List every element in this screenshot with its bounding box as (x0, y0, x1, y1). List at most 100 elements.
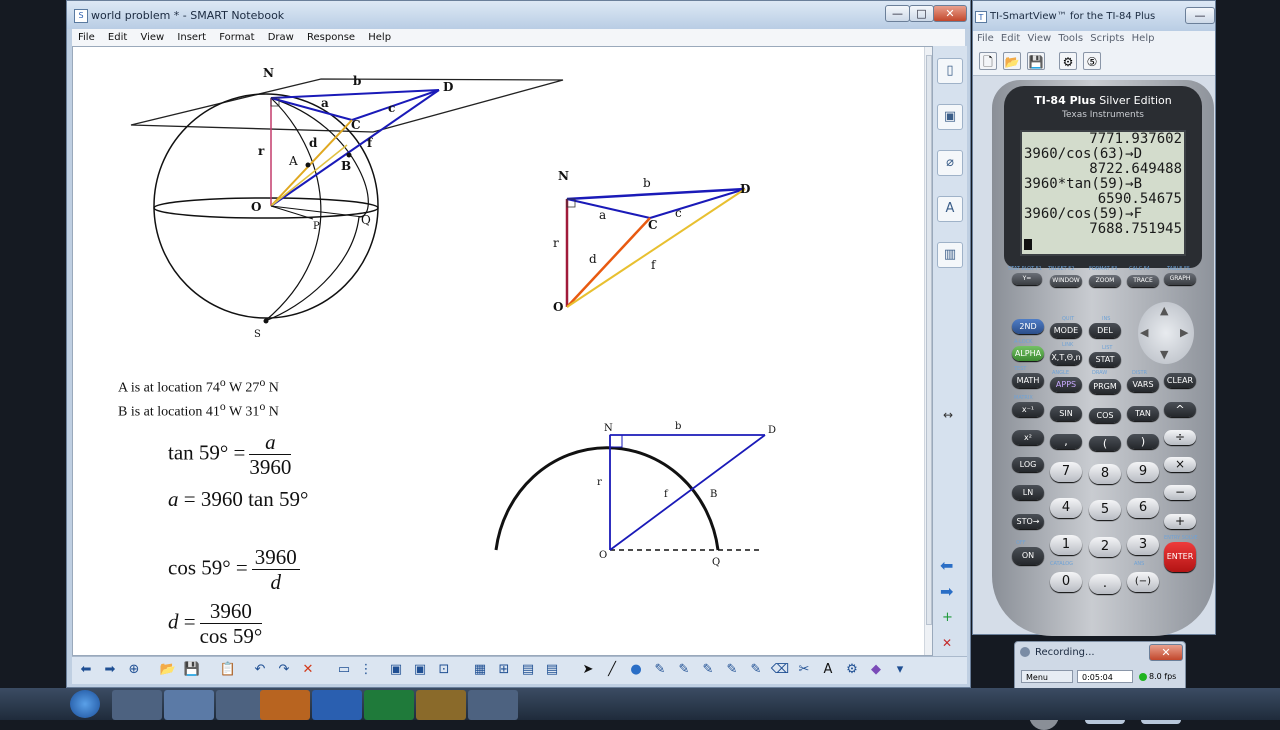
one-key[interactable]: 1 (1050, 535, 1082, 555)
recording-close-button[interactable]: ✕ (1149, 644, 1183, 661)
log-key[interactable]: LOG (1012, 457, 1044, 472)
two-key[interactable]: 2 (1089, 537, 1121, 557)
undo-icon[interactable]: ↶ (250, 660, 270, 680)
square-key[interactable]: x² (1012, 430, 1044, 445)
taskbar-excel-icon[interactable] (364, 690, 414, 720)
add-ons-icon[interactable]: ⊞ (494, 660, 514, 680)
response-icon[interactable]: ▤ (518, 660, 538, 680)
pen-tool-icon[interactable]: ✎ (650, 660, 670, 680)
xton-key[interactable]: X,T,Θ,n (1050, 350, 1082, 365)
decimal-key[interactable]: . (1089, 574, 1121, 594)
delete-page-icon[interactable]: ✕ (942, 636, 952, 650)
negative-key[interactable]: (−) (1127, 572, 1159, 592)
resize-icon[interactable]: ↔ (943, 408, 953, 422)
multiply-key[interactable]: × (1164, 457, 1196, 472)
clear-key[interactable]: CLEAR (1164, 373, 1196, 388)
notebook-page[interactable]: N b D a c C r A d f B O P Q S N b D a C … (72, 46, 933, 656)
insert-table-icon[interactable]: ▦ (470, 660, 490, 680)
gallery-tab[interactable]: ▣ (937, 104, 963, 130)
shape-pen-icon[interactable]: ✎ (746, 660, 766, 680)
apps-key[interactable]: APPS (1050, 377, 1082, 392)
redo-icon[interactable]: ↷ (274, 660, 294, 680)
add-key[interactable]: + (1164, 514, 1196, 529)
paste-icon[interactable]: 📋 (218, 660, 238, 680)
add-page-button-icon[interactable]: ⊕ (124, 660, 144, 680)
taskbar-geometry-icon[interactable] (416, 690, 466, 720)
menu-format[interactable]: Format (219, 29, 254, 46)
del-key[interactable]: DEL (1089, 323, 1121, 338)
capture-icon[interactable]: ⊡ (434, 660, 454, 680)
close-button[interactable]: ✕ (933, 5, 967, 22)
arrow-pad[interactable]: ▲ ▼ ◀ ▶ (1138, 302, 1194, 364)
left-arrow-icon[interactable]: ◀ (1140, 326, 1148, 339)
menu-draw[interactable]: Draw (268, 29, 294, 46)
enter-key[interactable]: ENTER (1164, 542, 1196, 572)
taskbar-recorder-icon[interactable] (468, 690, 518, 720)
left-paren-key[interactable]: ( (1089, 436, 1121, 451)
ti-menu-tools[interactable]: Tools (1058, 31, 1083, 47)
up-arrow-icon[interactable]: ▲ (1160, 304, 1168, 317)
window-key[interactable]: WINDOW (1050, 275, 1082, 287)
select-tool-icon[interactable]: ➤ (578, 660, 598, 680)
maximize-button[interactable]: □ (909, 5, 934, 22)
taskbar-firefox-icon[interactable] (260, 690, 310, 720)
vars-key[interactable]: VARS (1127, 377, 1159, 392)
tan-key[interactable]: TAN (1127, 406, 1159, 421)
alpha-key[interactable]: ALPHA (1012, 346, 1044, 361)
taskbar-smart-notebook-icon[interactable] (164, 690, 214, 720)
menu-response[interactable]: Response (307, 29, 355, 46)
mode-key[interactable]: MODE (1050, 323, 1082, 338)
divide-key[interactable]: ÷ (1164, 430, 1196, 445)
properties-icon[interactable]: ⚙ (842, 660, 862, 680)
ti-new-icon[interactable]: 🗋 (979, 52, 997, 70)
right-arrow-icon[interactable]: ▶ (1180, 326, 1188, 339)
seven-key[interactable]: 7 (1050, 462, 1082, 482)
taskbar-explorer-icon[interactable] (112, 690, 162, 720)
back-icon[interactable]: ⬅ (76, 660, 96, 680)
on-key[interactable]: ON (1012, 547, 1044, 565)
full-screen-icon[interactable]: ▣ (386, 660, 406, 680)
ti-minimize-button[interactable]: — (1185, 7, 1215, 24)
fill-icon[interactable]: ◆ (866, 660, 886, 680)
ti-title-bar[interactable]: T TI-SmartView™ for the TI-84 Plus — (973, 1, 1215, 31)
taskbar-word-icon[interactable] (312, 690, 362, 720)
ti-history-icon[interactable]: ⑤ (1083, 52, 1101, 70)
minimize-button[interactable]: — (885, 5, 910, 22)
properties-tab[interactable]: A (937, 196, 963, 222)
zero-key[interactable]: 0 (1050, 572, 1082, 592)
add-ons-tab[interactable]: ▥ (937, 242, 963, 268)
ti-save-icon[interactable]: 💾 (1027, 52, 1045, 70)
five-key[interactable]: 5 (1089, 500, 1121, 520)
attachments-tab[interactable]: ⌀ (937, 150, 963, 176)
ti-open-icon[interactable]: 📂 (1003, 52, 1021, 70)
right-paren-key[interactable]: ) (1127, 434, 1159, 449)
menu-help[interactable]: Help (368, 29, 391, 46)
ti-menu-scripts[interactable]: Scripts (1090, 31, 1124, 47)
magic-pen-icon[interactable]: ✎ (722, 660, 742, 680)
response-two-icon[interactable]: ▤ (542, 660, 562, 680)
recording-menu-dropdown[interactable]: Menu (1021, 670, 1073, 683)
next-page-icon[interactable]: ➡ (940, 582, 953, 601)
sin-key[interactable]: SIN (1050, 406, 1082, 421)
dual-page-icon[interactable]: ▣ (410, 660, 430, 680)
menu-file[interactable]: File (78, 29, 95, 46)
cos-key[interactable]: COS (1089, 408, 1121, 423)
screen-shade-icon[interactable]: ▭ (334, 660, 354, 680)
add-page-icon[interactable]: + (942, 610, 953, 625)
math-key[interactable]: MATH (1012, 373, 1044, 388)
previous-page-icon[interactable]: ⬅ (940, 556, 953, 575)
trace-key[interactable]: TRACE (1127, 275, 1159, 287)
prgm-key[interactable]: PRGM (1089, 379, 1121, 394)
highlighter-icon[interactable]: ✎ (698, 660, 718, 680)
save-icon[interactable]: 💾 (182, 660, 202, 680)
table-tool-icon[interactable]: ⋮ (356, 660, 376, 680)
ti-menu-edit[interactable]: Edit (1001, 31, 1020, 47)
y-equals-key[interactable]: Y= (1012, 273, 1042, 285)
shape-tool-icon[interactable]: ● (626, 660, 646, 680)
second-key[interactable]: 2ND (1012, 319, 1044, 334)
comma-key[interactable]: , (1050, 434, 1082, 449)
menu-edit[interactable]: Edit (108, 29, 127, 46)
menu-insert[interactable]: Insert (177, 29, 206, 46)
ln-key[interactable]: LN (1012, 485, 1044, 500)
three-key[interactable]: 3 (1127, 535, 1159, 555)
